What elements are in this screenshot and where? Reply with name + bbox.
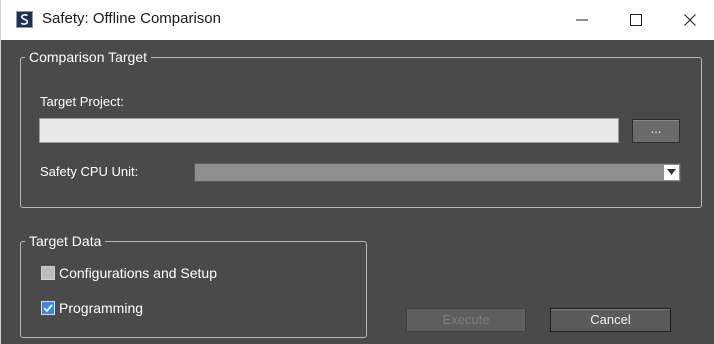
target-data-group: Target Data [20, 233, 367, 338]
target-project-label: Target Project: [40, 94, 124, 109]
target-project-input[interactable] [39, 118, 619, 143]
minimize-button[interactable] [559, 0, 605, 40]
programming-label: Programming [59, 300, 144, 316]
safety-cpu-unit-select[interactable] [194, 163, 681, 182]
safety-cpu-unit-label: Safety CPU Unit: [40, 164, 139, 179]
close-icon [684, 14, 696, 26]
chevron-down-icon [667, 169, 676, 175]
window-title: Safety: Offline Comparison [42, 10, 221, 27]
checkmark-icon [43, 304, 53, 313]
title-bar[interactable]: Safety: Offline Comparison [1, 0, 714, 40]
cancel-button[interactable]: Cancel [550, 308, 671, 332]
maximize-icon [630, 14, 642, 26]
app-icon [16, 11, 33, 28]
comparison-target-legend: Comparison Target [29, 49, 148, 65]
maximize-button[interactable] [613, 0, 659, 40]
browse-button[interactable]: ... [632, 119, 680, 143]
execute-button[interactable]: Execute [406, 308, 526, 332]
minimize-icon [576, 19, 588, 21]
configurations-setup-checkbox[interactable] [41, 266, 55, 280]
configurations-setup-label: Configurations and Setup [59, 265, 217, 281]
offline-comparison-dialog: Safety: Offline Comparison Comparison Ta… [0, 0, 714, 344]
dropdown-button[interactable] [664, 165, 679, 180]
programming-checkbox[interactable] [41, 301, 55, 315]
target-data-legend: Target Data [29, 233, 102, 249]
close-button[interactable] [667, 0, 713, 40]
